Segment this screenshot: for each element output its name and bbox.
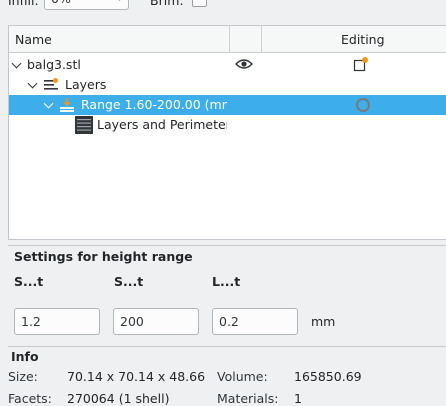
chevron-down-icon[interactable] [43,98,54,109]
max-z-label: S...t [114,274,144,289]
volume-label: Volume: [217,369,268,384]
facets-label: Facets: [8,391,52,406]
materials-value: 1 [294,391,302,406]
object-list: Name Editing balg3.stl Layers Range 1.60… [8,25,446,240]
column-separator [261,26,262,52]
object-name: balg3.stl [27,57,81,72]
min-z-input[interactable]: 1.2 [14,308,100,335]
materials-label: Materials: [217,391,279,406]
divider [8,245,446,246]
infill-combo[interactable]: 0% ▾ [44,0,129,10]
height-range-title: Settings for height range [14,249,193,264]
brim-label: Brim: [150,0,184,8]
edit-settings-icon[interactable] [353,56,369,75]
size-label: Size: [8,369,38,384]
unit-label: mm [311,314,336,329]
object-list-header: Name Editing [9,26,446,53]
layer-height-input[interactable]: 0.2 [212,308,298,335]
chevron-down-icon[interactable] [27,78,38,89]
brim-checkbox[interactable] [192,0,207,7]
eye-icon[interactable] [235,57,253,74]
range-label: Range 1.60-200.00 (mm [81,97,227,112]
tree-row-object[interactable]: balg3.stl [9,55,446,75]
column-header-name[interactable]: Name [15,32,52,47]
infill-value: 0% [51,0,71,6]
tree-row-range[interactable]: Range 1.60-200.00 (mm [9,95,446,115]
max-z-input[interactable]: 200 [113,308,199,335]
column-separator [229,26,230,52]
tree-row-layers[interactable]: Layers [9,75,446,95]
tree-row-settings[interactable]: Layers and Perimeter [9,115,446,135]
settings-label: Layers and Perimeter [97,117,227,132]
size-value: 70.14 x 70.14 x 48.66 [67,369,206,384]
layers-perimeters-icon [75,116,93,137]
layer-height-label: L...t [212,274,241,289]
info-title: Info [11,349,39,364]
infill-label: Infill: [8,0,39,8]
min-z-label: S...t [14,274,44,289]
column-header-editing[interactable]: Editing [341,32,385,47]
layers-label: Layers [65,77,107,92]
facets-value: 270064 (1 shell) [67,391,170,406]
chevron-down-icon: ▾ [117,0,122,9]
layers-icon [43,77,59,96]
gear-icon[interactable] [355,97,371,116]
range-icon [59,97,75,116]
chevron-down-icon[interactable] [11,58,22,69]
divider [8,346,446,347]
volume-value: 165850.69 [294,369,362,384]
